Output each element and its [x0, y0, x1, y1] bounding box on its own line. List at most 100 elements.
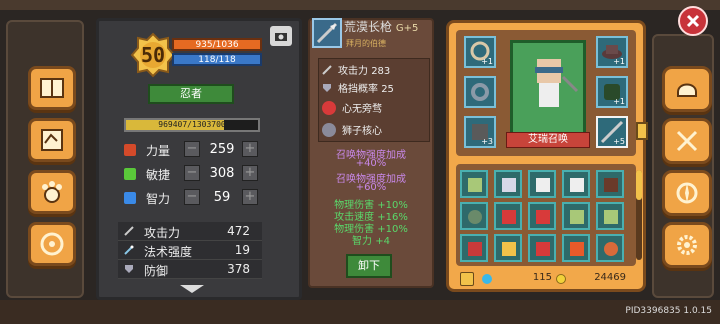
sword-icon: [322, 65, 332, 75]
inventory-slot[interactable]: [596, 234, 624, 262]
red-card-icon: [468, 242, 482, 256]
equip-slot-armor[interactable]: +1: [596, 76, 628, 108]
map-icon: [41, 129, 63, 151]
mp-bar: 118/118: [172, 53, 262, 66]
attribute-value: 59: [213, 190, 231, 205]
nav-pet-button[interactable]: [28, 170, 76, 214]
attribute-label: 力量: [146, 144, 171, 158]
sword-icon: [124, 226, 134, 236]
coin-icon: [556, 274, 566, 284]
stat-row-spell-power: 法术强度 19: [118, 241, 262, 260]
slot-upgrade-badge: +3: [481, 137, 493, 146]
inventory-slot[interactable]: [528, 202, 556, 230]
agility-plus-button[interactable]: +: [242, 165, 258, 181]
item-bonus-line: +40%: [355, 158, 387, 169]
equip-slot-ring[interactable]: [464, 76, 496, 108]
equip-slot-weapon[interactable]: +5: [596, 116, 628, 148]
equipment-side-tab[interactable]: [636, 122, 648, 140]
stat-label: 攻击力: [144, 226, 181, 240]
currency-bar: 115 24469: [456, 270, 636, 288]
right-nav-rail: [652, 34, 714, 298]
nav-skills-button[interactable]: [662, 118, 712, 164]
attribute-label: 敏捷: [146, 168, 171, 182]
intelligence-plus-button[interactable]: +: [242, 189, 258, 205]
book-icon: [40, 78, 64, 98]
hp-bar: 935/1036: [172, 38, 262, 51]
gold-count: 24469: [594, 272, 626, 283]
lock-icon[interactable]: [460, 272, 474, 286]
item-skill-row: 心无旁骛: [322, 100, 382, 115]
inventory-slot[interactable]: [596, 170, 624, 198]
nav-vehicle-button[interactable]: [28, 222, 76, 266]
nav-journal-button[interactable]: [28, 66, 76, 110]
character-name: 艾瑞召唤: [506, 132, 590, 148]
maple-leaf-icon: [570, 242, 584, 256]
shield-icon: [125, 265, 133, 273]
inventory-slot[interactable]: [494, 234, 522, 262]
level-badge: 50: [130, 32, 176, 78]
equip-slot-necklace[interactable]: +1: [464, 36, 496, 68]
gem-count: 115: [532, 272, 552, 283]
inventory-slot[interactable]: [460, 234, 488, 262]
stat-label: 防御: [144, 264, 169, 278]
top-bar: [0, 0, 720, 10]
strength-plus-button[interactable]: +: [242, 141, 258, 157]
slot-upgrade-badge: +5: [613, 137, 625, 146]
inventory-slot[interactable]: [528, 234, 556, 262]
inventory-slot[interactable]: [460, 202, 488, 230]
nav-map-button[interactable]: [28, 118, 76, 162]
equip-slot-gauntlet[interactable]: +3: [464, 116, 496, 148]
scroll-icon: [570, 210, 584, 224]
inventory-slot[interactable]: [460, 170, 488, 198]
screenshot-button[interactable]: [270, 26, 292, 46]
intelligence-icon: [124, 192, 136, 204]
class-button[interactable]: 忍者: [148, 84, 234, 104]
scroll-icon: [604, 210, 618, 224]
slot-upgrade-badge: +1: [613, 57, 625, 66]
item-bonus-line: 智力 +4: [352, 236, 390, 247]
shield-icon: [323, 84, 331, 92]
inventory-slot[interactable]: [596, 202, 624, 230]
item-block-row: 格挡概率 25: [322, 80, 394, 95]
gold-bar-icon: [502, 242, 516, 256]
stat-value: 472: [227, 224, 250, 238]
agility-minus-button[interactable]: −: [184, 165, 200, 181]
stat-value: 19: [234, 243, 250, 257]
focus-skill-icon: [322, 101, 336, 115]
inventory-slot[interactable]: [528, 170, 556, 198]
inventory-slot[interactable]: [562, 202, 590, 230]
nav-equipment-button[interactable]: [662, 66, 712, 112]
inventory-scrollbar[interactable]: [636, 170, 642, 260]
watermelon-icon: [536, 242, 550, 256]
attribute-row-strength: 力量 − 259 +: [120, 140, 262, 162]
close-button[interactable]: [678, 6, 708, 36]
scroll-thumb[interactable]: [636, 170, 642, 200]
ring-icon: [471, 83, 489, 101]
nav-settings-button[interactable]: [662, 222, 712, 268]
inventory-slot[interactable]: [562, 234, 590, 262]
inventory-slot[interactable]: [562, 170, 590, 198]
attribute-label: 智力: [146, 192, 171, 206]
intelligence-minus-button[interactable]: −: [184, 189, 200, 205]
character-preview: [510, 40, 586, 144]
experience-bar: 969407/1303700: [124, 118, 260, 132]
unequip-button[interactable]: 卸下: [346, 254, 392, 278]
compass-icon: [676, 182, 698, 204]
gear-icon: [677, 235, 697, 255]
attribute-value: 308: [209, 166, 235, 181]
gem-icon: [482, 274, 492, 284]
chevron-down-icon[interactable]: [178, 284, 206, 294]
bottom-bar: [0, 300, 720, 324]
item-name: 荒漠长枪 G+5: [344, 20, 419, 34]
wheel-icon: [40, 232, 64, 256]
attribute-row-intelligence: 智力 − 59 +: [120, 188, 262, 210]
mushroom-icon: [604, 242, 618, 256]
strength-minus-button[interactable]: −: [184, 141, 200, 157]
inventory-slot[interactable]: [494, 170, 522, 198]
close-icon: [686, 14, 700, 28]
red-potion-icon: [536, 210, 550, 224]
equip-slot-hat[interactable]: +1: [596, 36, 628, 68]
nav-talent-button[interactable]: [662, 170, 712, 216]
crossed-swords-icon: [676, 130, 698, 152]
inventory-slot[interactable]: [494, 202, 522, 230]
